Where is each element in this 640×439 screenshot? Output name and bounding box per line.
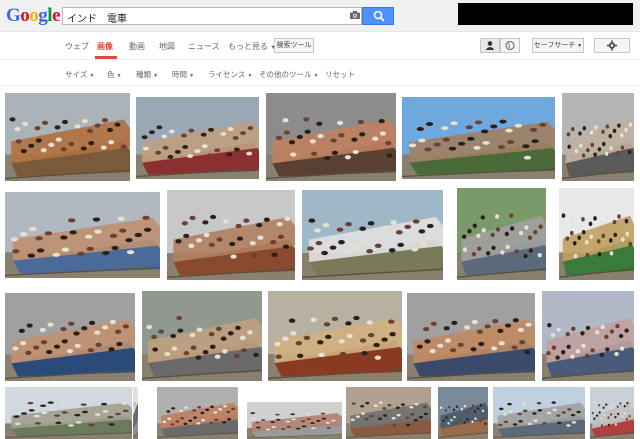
crowded-train-photo: [457, 188, 546, 280]
image-result-thumbnail[interactable]: [407, 293, 535, 381]
camera-icon[interactable]: [350, 11, 360, 19]
image-result-thumbnail[interactable]: [5, 293, 135, 381]
image-result-thumbnail[interactable]: [562, 93, 634, 181]
chevron-down-icon: ▼: [116, 73, 122, 79]
filter-license[interactable]: ライセンス ▼: [208, 69, 252, 80]
crowded-train-photo: [407, 293, 535, 381]
image-result-thumbnail[interactable]: [247, 402, 342, 439]
tab-images[interactable]: 画像: [97, 41, 113, 52]
chevron-down-icon: ▼: [189, 73, 195, 79]
image-result-thumbnail[interactable]: [5, 192, 160, 278]
image-result-thumbnail[interactable]: [346, 387, 431, 439]
chevron-down-icon: ▼: [577, 43, 583, 49]
safesearch-button[interactable]: セーフサーチ ▼: [532, 38, 584, 53]
image-result-thumbnail[interactable]: [402, 97, 555, 179]
crowded-train-photo: [268, 291, 402, 381]
image-result-thumbnail[interactable]: [133, 387, 138, 439]
tab-more-label: もっと見る: [228, 42, 268, 51]
search-nav: ウェブ 画像 動画 地図 ニュース もっと見る ▼ 検索ツール セーフサーチ ▼: [0, 32, 640, 60]
image-result-thumbnail[interactable]: [559, 188, 634, 280]
image-result-thumbnail[interactable]: [157, 387, 238, 439]
search-tools-row: サイズ ▼ 色 ▼ 種類 ▼ 時間 ▼ ライセンス ▼ その他のツール ▼ リセ…: [0, 60, 640, 86]
image-result-thumbnail[interactable]: [5, 387, 132, 439]
crowded-train-photo: [590, 387, 634, 439]
tab-news[interactable]: ニュース: [188, 41, 220, 52]
tab-more[interactable]: もっと見る ▼: [228, 41, 276, 52]
search-box[interactable]: インド 電車: [62, 7, 362, 25]
tab-web[interactable]: ウェブ: [65, 41, 89, 52]
search-input[interactable]: インド 電車: [67, 10, 127, 25]
search-icon: [373, 10, 385, 22]
image-result-thumbnail[interactable]: [266, 93, 396, 181]
person-icon: [485, 41, 495, 50]
image-result-thumbnail[interactable]: [493, 387, 585, 439]
filter-license-label: ライセンス: [208, 70, 246, 79]
image-result-thumbnail[interactable]: [590, 387, 634, 439]
tab-maps[interactable]: 地図: [159, 41, 175, 52]
settings-button[interactable]: [594, 38, 630, 53]
crowded-train-photo: [493, 387, 585, 439]
crowded-train-photo: [5, 293, 135, 381]
crowded-train-photo: [5, 93, 130, 181]
top-bar: Google インド 電車: [0, 0, 640, 32]
image-result-thumbnail[interactable]: [438, 387, 488, 439]
search-button[interactable]: [362, 7, 394, 25]
image-result-thumbnail[interactable]: [5, 93, 130, 181]
image-result-thumbnail[interactable]: [167, 190, 295, 280]
tab-video[interactable]: 動画: [129, 41, 145, 52]
filter-size-label: サイズ: [65, 70, 88, 79]
filter-time[interactable]: 時間 ▼: [172, 69, 194, 80]
search-tools-button[interactable]: 検索ツール: [274, 38, 314, 53]
crowded-train-photo: [266, 93, 396, 181]
filter-color[interactable]: 色 ▼: [107, 69, 122, 80]
filter-more-tools[interactable]: その他のツール ▼: [259, 69, 319, 80]
crowded-train-photo: [136, 97, 259, 179]
account-area-redacted: [458, 3, 633, 25]
image-result-thumbnail[interactable]: [302, 190, 443, 280]
chevron-down-icon: ▼: [247, 73, 253, 79]
reset-link[interactable]: リセット: [325, 69, 355, 80]
crowded-train-photo: [133, 387, 138, 439]
crowded-train-photo: [438, 387, 488, 439]
image-result-thumbnail[interactable]: [136, 97, 259, 179]
active-tab-indicator: [95, 56, 117, 59]
gear-icon: [607, 40, 617, 51]
filter-type-label: 種類: [136, 70, 151, 79]
crowded-train-photo: [157, 387, 238, 439]
crowded-train-photo: [167, 190, 295, 280]
crowded-train-photo: [247, 402, 342, 439]
globe-icon: [505, 40, 515, 51]
chevron-down-icon: ▼: [89, 73, 95, 79]
filter-size[interactable]: サイズ ▼: [65, 69, 94, 80]
global-results-button[interactable]: [500, 38, 520, 53]
image-result-thumbnail[interactable]: [542, 291, 634, 381]
image-result-thumbnail[interactable]: [142, 291, 262, 381]
crowded-train-photo: [346, 387, 431, 439]
crowded-train-photo: [542, 291, 634, 381]
filter-color-label: 色: [107, 70, 115, 79]
image-result-thumbnail[interactable]: [268, 291, 402, 381]
chevron-down-icon: ▼: [153, 73, 159, 79]
safesearch-label: セーフサーチ: [533, 42, 576, 49]
crowded-train-photo: [142, 291, 262, 381]
crowded-train-photo: [5, 192, 160, 278]
personal-results-button[interactable]: [480, 38, 500, 53]
google-logo[interactable]: Google: [6, 5, 60, 27]
crowded-train-photo: [559, 188, 634, 280]
filter-more-tools-label: その他のツール: [259, 70, 312, 79]
crowded-train-photo: [562, 93, 634, 181]
crowded-train-photo: [5, 387, 132, 439]
image-result-thumbnail[interactable]: [457, 188, 546, 280]
crowded-train-photo: [402, 97, 555, 179]
filter-type[interactable]: 種類 ▼: [136, 69, 158, 80]
chevron-down-icon: ▼: [313, 73, 319, 79]
crowded-train-photo: [302, 190, 443, 280]
filter-time-label: 時間: [172, 70, 187, 79]
